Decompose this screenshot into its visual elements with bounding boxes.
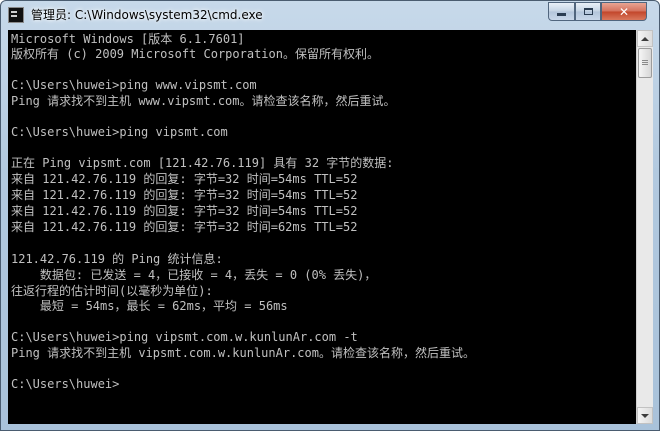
- console-output[interactable]: Microsoft Windows [版本 6.1.7601] 版权所有 (c)…: [8, 30, 636, 424]
- scroll-down-button[interactable]: [637, 407, 653, 424]
- arrow-down-icon: [641, 413, 649, 418]
- console-line: Microsoft Windows [版本 6.1.7601]: [11, 32, 245, 46]
- console-line: 来自 121.42.76.119 的回复: 字节=32 时间=62ms TTL=…: [11, 220, 358, 234]
- title-bar[interactable]: 管理员: C:\Windows\system32\cmd.exe ✕: [1, 1, 659, 31]
- console-line: 正在 Ping vipsmt.com [121.42.76.119] 具有 32…: [11, 156, 394, 170]
- scroll-up-button[interactable]: [637, 30, 653, 47]
- console-line: C:\Users\huwei>ping vipsmt.com: [11, 125, 228, 139]
- cmd-icon[interactable]: [8, 7, 24, 23]
- console-line: 121.42.76.119 的 Ping 统计信息:: [11, 252, 223, 266]
- console-line: Ping 请求找不到主机 vipsmt.com.w.kunlunAr.com。请…: [11, 346, 475, 360]
- console-line: 数据包: 已发送 = 4，已接收 = 4，丢失 = 0 (0% 丢失)，: [11, 268, 377, 282]
- console-prompt: C:\Users\huwei>: [11, 377, 120, 391]
- scrollbar-thumb[interactable]: [638, 48, 652, 78]
- minimize-button[interactable]: [548, 2, 575, 21]
- console-line: C:\Users\huwei>ping www.vipsmt.com: [11, 78, 257, 92]
- close-button[interactable]: ✕: [601, 2, 647, 21]
- minimize-icon: [557, 13, 566, 16]
- console-line: 来自 121.42.76.119 的回复: 字节=32 时间=54ms TTL=…: [11, 172, 358, 186]
- window-title: 管理员: C:\Windows\system32\cmd.exe: [31, 8, 263, 22]
- vertical-scrollbar[interactable]: [636, 30, 653, 424]
- console-line: 来自 121.42.76.119 的回复: 字节=32 时间=54ms TTL=…: [11, 204, 358, 218]
- console-line: 最短 = 54ms，最长 = 62ms，平均 = 56ms: [11, 299, 288, 313]
- console-line: C:\Users\huwei>ping vipsmt.com.w.kunlunA…: [11, 330, 358, 344]
- maximize-button[interactable]: [575, 2, 601, 21]
- arrow-up-icon: [641, 36, 649, 41]
- close-icon: ✕: [618, 4, 630, 19]
- console-line: 往返行程的估计时间(以毫秒为单位):: [11, 284, 213, 298]
- console-line: Ping 请求找不到主机 www.vipsmt.com。请检查该名称，然后重试。: [11, 94, 396, 108]
- console-line: 版权所有 (c) 2009 Microsoft Corporation。保留所有…: [11, 47, 379, 61]
- cmd-window: 管理员: C:\Windows\system32\cmd.exe ✕ Micro…: [0, 0, 660, 431]
- maximize-icon: [583, 8, 593, 15]
- console-line: 来自 121.42.76.119 的回复: 字节=32 时间=54ms TTL=…: [11, 188, 358, 202]
